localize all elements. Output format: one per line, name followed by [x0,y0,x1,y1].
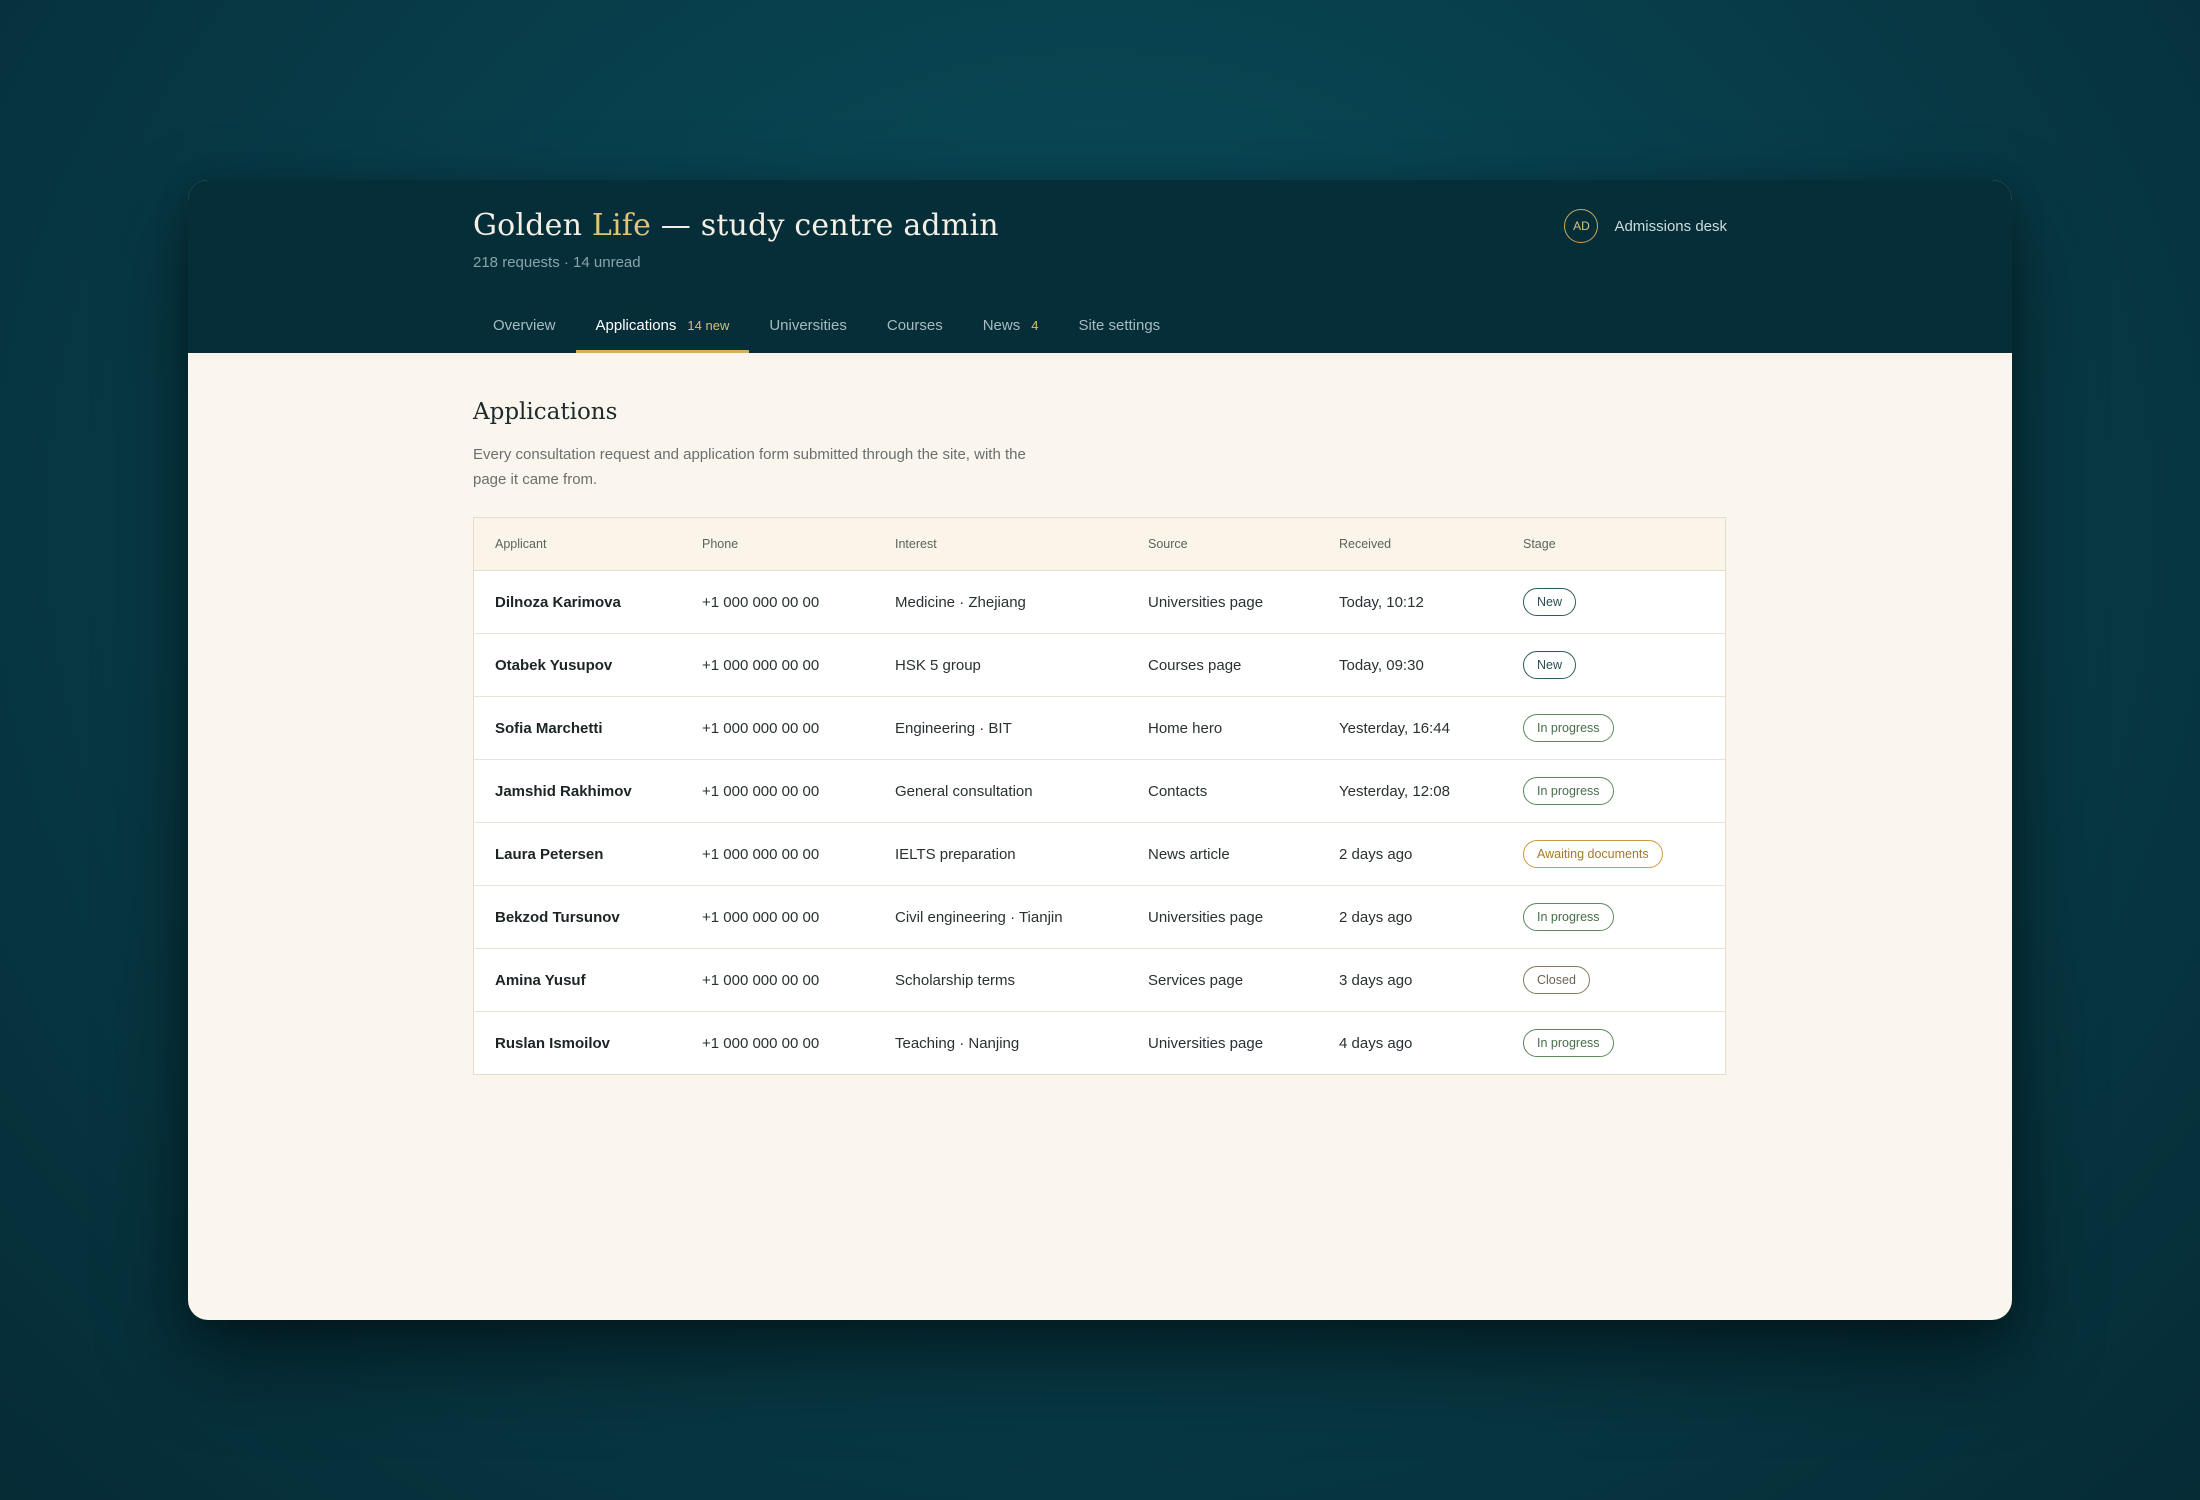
applicant-name: Amina Yusuf [495,971,586,989]
page-title: Applications [473,399,618,425]
tab-label: Overview [493,317,556,334]
applicant-interest: Engineering · BIT [895,719,1012,737]
nav-tabs: Overview Applications 14 new Universitie… [473,298,1180,353]
applicant-source: Universities page [1148,593,1264,611]
applicant-source: Contacts [1148,782,1208,800]
stage-badge[interactable]: Closed [1523,966,1590,994]
column-header-applicant: Applicant [495,537,547,551]
stage-cell: In progress [1523,903,1725,931]
column-header-source: Source [1148,537,1188,551]
applicant-name: Otabek Yusupov [495,656,613,674]
applicant-name: Jamshid Rakhimov [495,782,632,800]
table-row[interactable]: Dilnoza Karimova +1 000 000 00 00 Medici… [474,571,1725,634]
applicant-name: Bekzod Tursunov [495,908,620,926]
applicant-name: Sofia Marchetti [495,719,603,737]
applicant-interest: HSK 5 group [895,656,981,674]
table-row[interactable]: Laura Petersen +1 000 000 00 00 IELTS pr… [474,823,1725,886]
tab-label: Applications [595,317,677,334]
column-header-stage: Stage [1523,537,1556,551]
stage-badge[interactable]: In progress [1523,777,1614,805]
account-menu[interactable]: AD Admissions desk [1564,209,1727,243]
tab-label: Courses [886,317,943,334]
page-description: Every consultation request and applicati… [473,446,1026,488]
tab-count-badge: 14 new [687,318,730,333]
stage-badge[interactable]: In progress [1523,1029,1614,1057]
applicant-interest: General consultation [895,782,1033,800]
stage-cell: Awaiting documents [1523,840,1725,868]
applicant-phone: +1 000 000 00 00 [702,782,820,800]
applicant-received: Today, 09:30 [1339,656,1424,674]
applicant-source: Universities page [1148,908,1264,926]
tab-universities[interactable]: Universities [749,298,867,353]
stage-cell: In progress [1523,1029,1725,1057]
applications-table: Applicant Phone Interest Source Received… [473,517,1726,1075]
app-title: Golden Life — study centre admin [473,208,999,243]
tab-applications[interactable]: Applications 14 new [575,298,750,353]
applicant-received: 2 days ago [1339,908,1413,926]
app-title-rest: — study centre admin [651,208,999,243]
applicant-phone: +1 000 000 00 00 [702,593,820,611]
applicant-phone: +1 000 000 00 00 [702,1034,820,1052]
request-summary: 218 requests · 14 unread [473,254,641,271]
column-header-received: Received [1339,537,1392,551]
stage-cell: In progress [1523,714,1725,742]
app-window: Golden Life — study centre admin 218 req… [188,180,2012,1320]
tab-count-badge: 4 [1031,318,1039,333]
applicant-name: Dilnoza Karimova [495,593,621,611]
tab-label: Site settings [1078,317,1161,334]
applicant-phone: +1 000 000 00 00 [702,845,820,863]
tab-news[interactable]: News 4 [963,298,1059,353]
applicant-source: News article [1148,845,1230,863]
stage-cell: New [1523,588,1725,616]
table-row[interactable]: Amina Yusuf +1 000 000 00 00 Scholarship… [474,949,1725,1012]
applicant-name: Laura Petersen [495,845,604,863]
stage-badge[interactable]: In progress [1523,714,1614,742]
app-title-golden: Golden [473,208,592,243]
tab-site-settings[interactable]: Site settings [1058,298,1180,353]
tab-courses[interactable]: Courses [867,298,963,353]
column-header-phone: Phone [702,537,739,551]
applicant-received: Today, 10:12 [1339,593,1424,611]
stage-cell: New [1523,651,1725,679]
stage-cell: Closed [1523,966,1725,994]
table-header: Applicant Phone Interest Source Received… [474,518,1725,571]
applicant-received: 3 days ago [1339,971,1413,989]
table-row[interactable]: Otabek Yusupov +1 000 000 00 00 HSK 5 gr… [474,634,1725,697]
stage-badge[interactable]: Awaiting documents [1523,840,1663,868]
account-name[interactable]: Admissions desk [1614,218,1727,235]
top-bar: Golden Life — study centre admin 218 req… [188,180,2012,353]
applicant-phone: +1 000 000 00 00 [702,719,820,737]
applicant-received: Yesterday, 16:44 [1339,719,1450,737]
tab-label: News [982,317,1021,334]
avatar[interactable]: AD [1564,209,1599,243]
tab-label: Universities [769,317,847,334]
stage-badge[interactable]: In progress [1523,903,1614,931]
app-title-accent: Life [591,208,652,243]
applicant-source: Services page [1148,971,1244,989]
applicant-interest: Teaching · Nanjing [895,1034,1020,1052]
applicant-interest: Scholarship terms [895,971,1016,989]
stage-cell: In progress [1523,777,1725,805]
applicant-interest: Civil engineering · Tianjin [895,908,1063,926]
applicant-name: Ruslan Ismoilov [495,1034,611,1052]
applicant-source: Courses page [1148,656,1242,674]
applicant-phone: +1 000 000 00 00 [702,971,820,989]
table-row[interactable]: Sofia Marchetti +1 000 000 00 00 Enginee… [474,697,1725,760]
stage-badge[interactable]: New [1523,651,1577,679]
applicant-source: Home hero [1148,719,1223,737]
applicant-received: Yesterday, 12:08 [1339,782,1450,800]
applicant-interest: IELTS preparation [895,845,1016,863]
table-row[interactable]: Ruslan Ismoilov +1 000 000 00 00 Teachin… [474,1012,1725,1074]
applicant-phone: +1 000 000 00 00 [702,908,820,926]
applicant-received: 2 days ago [1339,845,1413,863]
stage-badge[interactable]: New [1523,588,1577,616]
table-row[interactable]: Jamshid Rakhimov +1 000 000 00 00 Genera… [474,760,1725,823]
applicant-received: 4 days ago [1339,1034,1413,1052]
applicant-phone: +1 000 000 00 00 [702,656,820,674]
applicant-source: Universities page [1148,1034,1264,1052]
table-row[interactable]: Bekzod Tursunov +1 000 000 00 00 Civil e… [474,886,1725,949]
column-header-interest: Interest [895,537,937,551]
tab-overview[interactable]: Overview [473,298,576,353]
applicant-interest: Medicine · Zhejiang [895,593,1026,611]
